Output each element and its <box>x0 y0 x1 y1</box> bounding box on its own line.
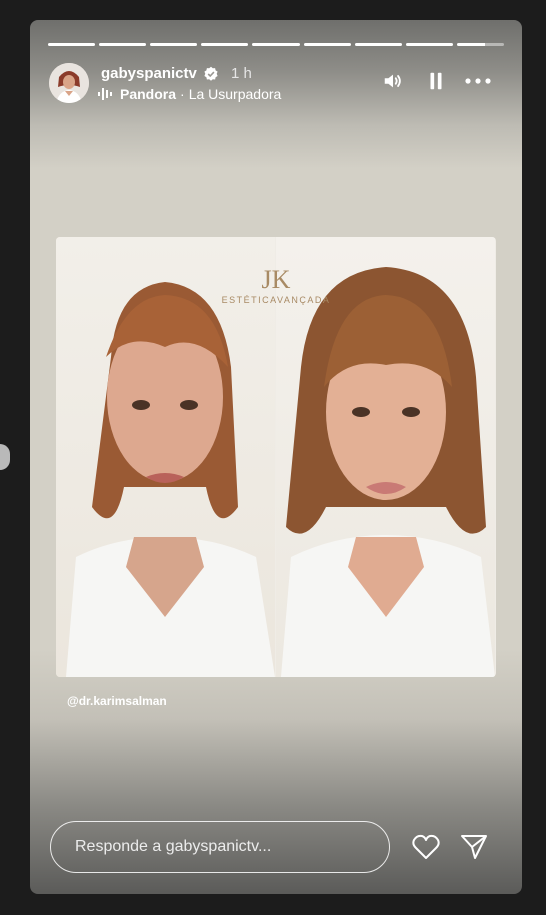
heart-icon[interactable] <box>412 834 440 860</box>
story-progress-bar <box>48 43 504 46</box>
avatar[interactable] <box>49 63 89 103</box>
progress-segment <box>252 43 300 46</box>
username[interactable]: gabyspanictv <box>101 65 197 82</box>
progress-segment <box>354 43 402 46</box>
song-artist: La Usurpadora <box>188 86 282 102</box>
progress-segment <box>150 43 198 46</box>
mention-sticker[interactable]: @dr.karimsalman <box>67 694 167 708</box>
brand-text: ESTÉTICAVANÇADA <box>221 295 331 305</box>
send-icon[interactable] <box>460 834 488 860</box>
progress-segment-current <box>456 43 504 46</box>
music-bars-icon <box>98 88 112 100</box>
music-separator: · <box>180 86 185 102</box>
progress-segment <box>99 43 147 46</box>
song-title: Pandora <box>120 86 177 102</box>
verified-badge-icon <box>204 66 218 81</box>
svg-text:JK: JK <box>262 265 291 294</box>
reply-input[interactable] <box>50 821 390 873</box>
story-image: JK ESTÉTICAVANÇADA <box>56 237 496 677</box>
volume-icon[interactable] <box>382 70 404 92</box>
more-icon[interactable] <box>463 70 493 92</box>
progress-segment <box>201 43 249 46</box>
progress-segment <box>303 43 351 46</box>
time-ago: 1 h <box>231 65 252 82</box>
music-attribution[interactable]: Pandora · La Usurpadora <box>98 86 281 102</box>
story-header: gabyspanictv 1 h Pandora · La Usurpadora <box>49 63 504 103</box>
pause-icon[interactable] <box>425 70 447 92</box>
progress-segment <box>405 43 453 46</box>
previous-story-button[interactable] <box>0 444 10 470</box>
story-viewer: gabyspanictv 1 h Pandora · La Usurpadora <box>30 20 522 894</box>
brand-logo: JK <box>262 265 291 294</box>
progress-segment <box>48 43 96 46</box>
